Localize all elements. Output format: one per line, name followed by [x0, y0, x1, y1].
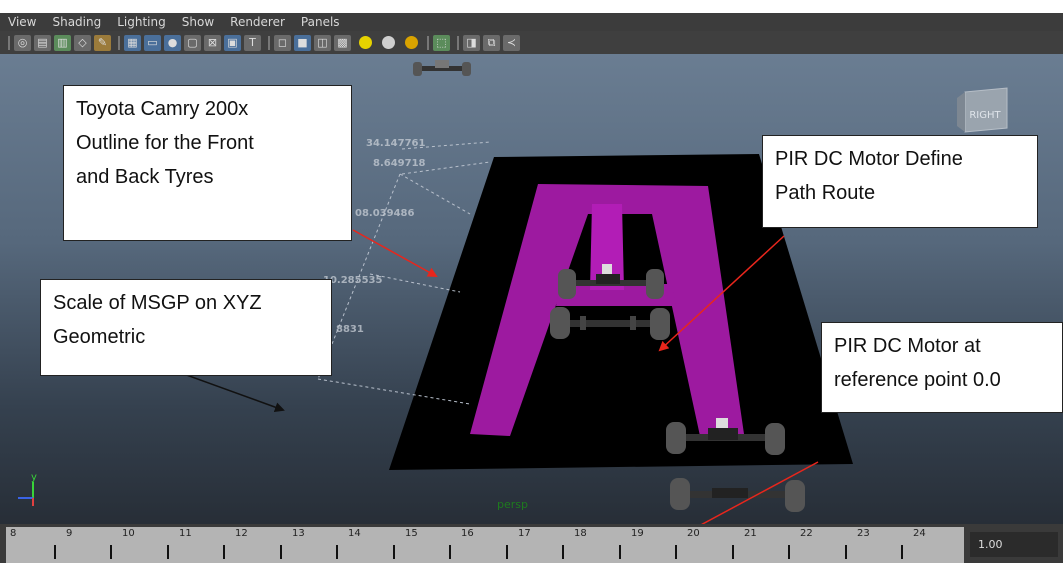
callout-text: PIR DC Motor Define [775, 148, 963, 170]
callout-text: Outline for the Front [76, 132, 254, 154]
viewcube[interactable]: RIGHT [957, 84, 1009, 136]
time-label: 11 [179, 528, 192, 539]
2d-pan-zoom-icon[interactable]: ✎ [94, 34, 111, 51]
callout-text: Toyota Camry 200x [76, 98, 249, 120]
time-tick [280, 545, 282, 559]
maya-window: View Shading Lighting Show Renderer Pane… [0, 0, 1063, 563]
time-label: 9 [66, 528, 73, 539]
toolbar-separator [427, 35, 429, 50]
film-gate-icon[interactable]: ▭ [144, 34, 161, 51]
bookmarks-icon[interactable]: ▥ [54, 34, 71, 51]
time-label: 20 [687, 528, 700, 539]
field-chart-icon[interactable]: ⊠ [204, 34, 221, 51]
axis-y-label: y [31, 472, 37, 483]
time-label: 24 [913, 528, 926, 539]
menu-renderer[interactable]: Renderer [222, 13, 293, 31]
callout-text: Geometric [53, 326, 146, 348]
dimension-label: 08.039486 [355, 208, 415, 219]
toolbar-separator [118, 35, 120, 50]
time-tick [110, 545, 112, 559]
camera-label: persp [497, 498, 528, 511]
top-axle-model [413, 60, 471, 76]
arrow-toyota [352, 229, 438, 277]
time-tick [619, 545, 621, 559]
time-tick [845, 545, 847, 559]
camera-attributes-icon[interactable]: ▤ [34, 34, 51, 51]
time-tick [54, 545, 56, 559]
textured-icon[interactable]: ▩ [334, 34, 351, 51]
time-tick [449, 545, 451, 559]
dimension-label: 34.147761 [366, 138, 426, 149]
time-label: 18 [574, 528, 587, 539]
menu-lighting[interactable]: Lighting [109, 13, 174, 31]
xray-icon[interactable]: ⬚ [433, 34, 450, 51]
dimension-label: 8.649718 [373, 158, 426, 169]
menu-shading[interactable]: Shading [44, 13, 109, 31]
current-frame-field[interactable]: 1.00 [970, 532, 1058, 557]
menu-view[interactable]: View [0, 13, 44, 31]
dimension-label: 8831 [336, 324, 364, 335]
gate-mask-icon[interactable]: ▢ [184, 34, 201, 51]
time-tick [336, 545, 338, 559]
grid-icon[interactable]: ▦ [124, 34, 141, 51]
time-ruler[interactable]: 8 9 10 11 12 13 14 15 16 17 18 19 20 21 … [6, 527, 964, 563]
viewcube-face-label: RIGHT [969, 110, 1001, 121]
toolbar-separator [8, 35, 10, 50]
shadows-icon[interactable] [382, 36, 395, 49]
time-tick [167, 545, 169, 559]
axle-model [670, 478, 805, 512]
toolbar-separator [268, 35, 270, 50]
time-label: 16 [461, 528, 474, 539]
axis-gizmo: y [18, 472, 37, 506]
smooth-shade-icon[interactable]: ■ [294, 34, 311, 51]
time-tick [223, 545, 225, 559]
image-plane-icon[interactable]: ◇ [74, 34, 91, 51]
wireframe-icon[interactable]: ◻ [274, 34, 291, 51]
callout-text: Scale of MSGP on XYZ [53, 292, 262, 314]
time-label: 21 [744, 528, 757, 539]
time-label: 15 [405, 528, 418, 539]
time-tick [901, 545, 903, 559]
time-label: 14 [348, 528, 361, 539]
callout-text: reference point 0.0 [834, 369, 1001, 391]
resolution-gate-icon[interactable]: ● [164, 34, 181, 51]
callout-scale: Scale of MSGP on XYZ Geometric [40, 279, 332, 376]
wireframe-on-shaded-icon[interactable]: ◫ [314, 34, 331, 51]
select-camera-icon[interactable]: ◎ [14, 34, 31, 51]
viewport-2-icon[interactable]: ⧉ [483, 34, 500, 51]
share-icon[interactable]: ≺ [503, 34, 520, 51]
time-tick [788, 545, 790, 559]
time-label: 19 [631, 528, 644, 539]
time-tick [506, 545, 508, 559]
time-label: 17 [518, 528, 531, 539]
menu-panels[interactable]: Panels [293, 13, 348, 31]
top-margin [0, 0, 1063, 13]
safe-action-icon[interactable]: ▣ [224, 34, 241, 51]
time-label: 8 [10, 528, 17, 539]
screen-space-ao-icon[interactable] [405, 36, 418, 49]
time-label: 23 [857, 528, 870, 539]
time-tick [675, 545, 677, 559]
time-tick [732, 545, 734, 559]
time-tick [393, 545, 395, 559]
callout-text: Path Route [775, 182, 876, 204]
time-tick [562, 545, 564, 559]
callout-pir-ref: PIR DC Motor at reference point 0.0 [821, 322, 1063, 413]
time-label: 13 [292, 528, 305, 539]
callout-toyota: Toyota Camry 200x Outline for the Front … [63, 85, 352, 241]
callout-text: and Back Tyres [76, 166, 214, 188]
time-label: 12 [235, 528, 248, 539]
safe-title-icon[interactable]: T [244, 34, 261, 51]
callout-text: PIR DC Motor at [834, 335, 981, 357]
viewport-toolbar: ◎ ▤ ▥ ◇ ✎ ▦ ▭ ● ▢ ⊠ ▣ T ◻ ■ ◫ ▩ ⬚ ◨ ⧉ ≺ [0, 31, 1063, 54]
time-label: 22 [800, 528, 813, 539]
time-label: 10 [122, 528, 135, 539]
viewport-menubar: View Shading Lighting Show Renderer Pane… [0, 13, 1063, 31]
menu-show[interactable]: Show [174, 13, 222, 31]
use-all-lights-icon[interactable] [359, 36, 372, 49]
callout-pir-path: PIR DC Motor Define Path Route [762, 135, 1038, 228]
toolbar-separator [457, 35, 459, 50]
isolate-select-icon[interactable]: ◨ [463, 34, 480, 51]
time-slider: 8 9 10 11 12 13 14 15 16 17 18 19 20 21 … [0, 524, 1063, 563]
